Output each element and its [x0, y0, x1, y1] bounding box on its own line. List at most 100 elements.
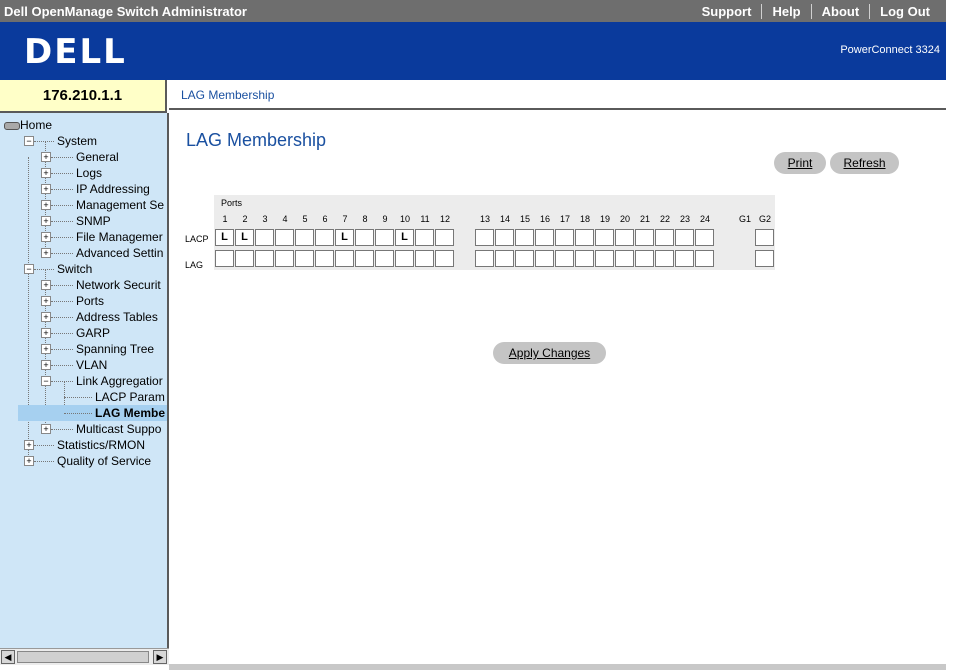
lag-port-cell[interactable]: [295, 250, 314, 267]
expand-icon[interactable]: +: [41, 232, 51, 242]
tree-item[interactable]: + Management Se: [0, 197, 167, 213]
lacp-port-cell[interactable]: [555, 229, 574, 246]
expand-icon[interactable]: +: [41, 168, 51, 178]
lacp-port-cell[interactable]: [535, 229, 554, 246]
expand-icon[interactable]: +: [41, 424, 51, 434]
expand-icon[interactable]: +: [41, 200, 51, 210]
tree-item[interactable]: + File Managemer: [0, 229, 167, 245]
expand-icon[interactable]: +: [41, 360, 51, 370]
lag-port-cell[interactable]: [315, 250, 334, 267]
lacp-port-cell[interactable]: [375, 229, 394, 246]
lag-port-cell[interactable]: [255, 250, 274, 267]
expand-icon[interactable]: +: [41, 248, 51, 258]
collapse-icon[interactable]: −: [41, 376, 51, 386]
lag-port-cell[interactable]: [555, 250, 574, 267]
lag-port-cell[interactable]: [655, 250, 674, 267]
tree-item[interactable]: + VLAN: [0, 357, 167, 373]
refresh-button[interactable]: Refresh: [830, 152, 899, 174]
lag-port-cell[interactable]: [235, 250, 254, 267]
lacp-port-cell[interactable]: L: [335, 229, 354, 246]
tree-item[interactable]: Home: [0, 117, 167, 133]
about-link[interactable]: About: [810, 4, 870, 19]
expand-icon[interactable]: +: [41, 296, 51, 306]
support-link[interactable]: Support: [692, 4, 762, 19]
collapse-icon[interactable]: −: [24, 136, 34, 146]
collapse-icon[interactable]: −: [24, 264, 34, 274]
lacp-port-cell[interactable]: [675, 229, 694, 246]
lacp-port-cell[interactable]: [275, 229, 294, 246]
expand-icon[interactable]: +: [41, 344, 51, 354]
expand-icon[interactable]: +: [24, 440, 34, 450]
lacp-port-cell[interactable]: [415, 229, 434, 246]
lacp-port-cell[interactable]: [595, 229, 614, 246]
scroll-thumb[interactable]: [17, 651, 149, 663]
lag-port-cell[interactable]: [215, 250, 234, 267]
tree-item[interactable]: + Network Securit: [0, 277, 167, 293]
apply-changes-button[interactable]: Apply Changes: [493, 342, 606, 364]
tree-item[interactable]: − System: [0, 133, 167, 149]
lag-port-cell[interactable]: [355, 250, 374, 267]
tree-item[interactable]: + Multicast Suppo: [0, 421, 167, 437]
lacp-port-cell[interactable]: [755, 229, 774, 246]
lacp-port-cell[interactable]: [495, 229, 514, 246]
expand-icon[interactable]: +: [24, 456, 34, 466]
lacp-port-cell[interactable]: [255, 229, 274, 246]
scroll-left-button[interactable]: ◀: [1, 650, 15, 664]
expand-icon[interactable]: +: [41, 328, 51, 338]
lag-port-cell[interactable]: [615, 250, 634, 267]
expand-icon[interactable]: +: [41, 312, 51, 322]
tree-item[interactable]: − Switch: [0, 261, 167, 277]
lag-port-cell[interactable]: [275, 250, 294, 267]
lacp-port-cell[interactable]: L: [395, 229, 414, 246]
tree-item[interactable]: + Quality of Service: [0, 453, 167, 469]
lag-port-cell[interactable]: [475, 250, 494, 267]
scroll-right-button[interactable]: ▶: [153, 650, 167, 664]
tree-item[interactable]: + Address Tables: [0, 309, 167, 325]
lag-port-cell[interactable]: [435, 250, 454, 267]
tree-item[interactable]: + Ports: [0, 293, 167, 309]
lacp-port-cell[interactable]: [315, 229, 334, 246]
tree-item[interactable]: + Spanning Tree: [0, 341, 167, 357]
expand-icon[interactable]: +: [41, 216, 51, 226]
lag-port-cell[interactable]: [515, 250, 534, 267]
tree-item[interactable]: + Advanced Settin: [0, 245, 167, 261]
lacp-port-cell[interactable]: L: [235, 229, 254, 246]
lacp-port-cell[interactable]: [475, 229, 494, 246]
logout-link[interactable]: Log Out: [869, 4, 940, 19]
expand-icon[interactable]: +: [41, 184, 51, 194]
sidebar-hscrollbar[interactable]: ◀ ▶: [0, 648, 169, 665]
tree-item[interactable]: LAG Membe: [0, 405, 167, 421]
tree-item[interactable]: + GARP: [0, 325, 167, 341]
tree-item[interactable]: + IP Addressing: [0, 181, 167, 197]
tree-item[interactable]: + Logs: [0, 165, 167, 181]
lag-port-cell[interactable]: [395, 250, 414, 267]
lag-port-cell[interactable]: [675, 250, 694, 267]
lag-port-cell[interactable]: [495, 250, 514, 267]
print-button[interactable]: Print: [774, 152, 826, 174]
lacp-port-cell[interactable]: [435, 229, 454, 246]
lag-port-cell[interactable]: [415, 250, 434, 267]
lacp-port-cell[interactable]: [655, 229, 674, 246]
lag-port-cell[interactable]: [695, 250, 714, 267]
lacp-port-cell[interactable]: [515, 229, 534, 246]
lag-port-cell[interactable]: [535, 250, 554, 267]
lag-port-cell[interactable]: [575, 250, 594, 267]
tree-item[interactable]: + SNMP: [0, 213, 167, 229]
lacp-port-cell[interactable]: [355, 229, 374, 246]
tree-item[interactable]: − Link Aggregatior: [0, 373, 167, 389]
lacp-port-cell[interactable]: [295, 229, 314, 246]
lag-port-cell[interactable]: [595, 250, 614, 267]
help-link[interactable]: Help: [761, 4, 810, 19]
tree-item[interactable]: + Statistics/RMON: [0, 437, 167, 453]
lacp-port-cell[interactable]: [695, 229, 714, 246]
expand-icon[interactable]: +: [41, 280, 51, 290]
lag-port-cell[interactable]: [375, 250, 394, 267]
lacp-port-cell[interactable]: [575, 229, 594, 246]
lacp-port-cell[interactable]: [635, 229, 654, 246]
lag-port-cell[interactable]: [755, 250, 774, 267]
tree-item[interactable]: + General: [0, 149, 167, 165]
expand-icon[interactable]: +: [41, 152, 51, 162]
lag-port-cell[interactable]: [635, 250, 654, 267]
tree-item[interactable]: LACP Param: [0, 389, 167, 405]
lag-port-cell[interactable]: [335, 250, 354, 267]
